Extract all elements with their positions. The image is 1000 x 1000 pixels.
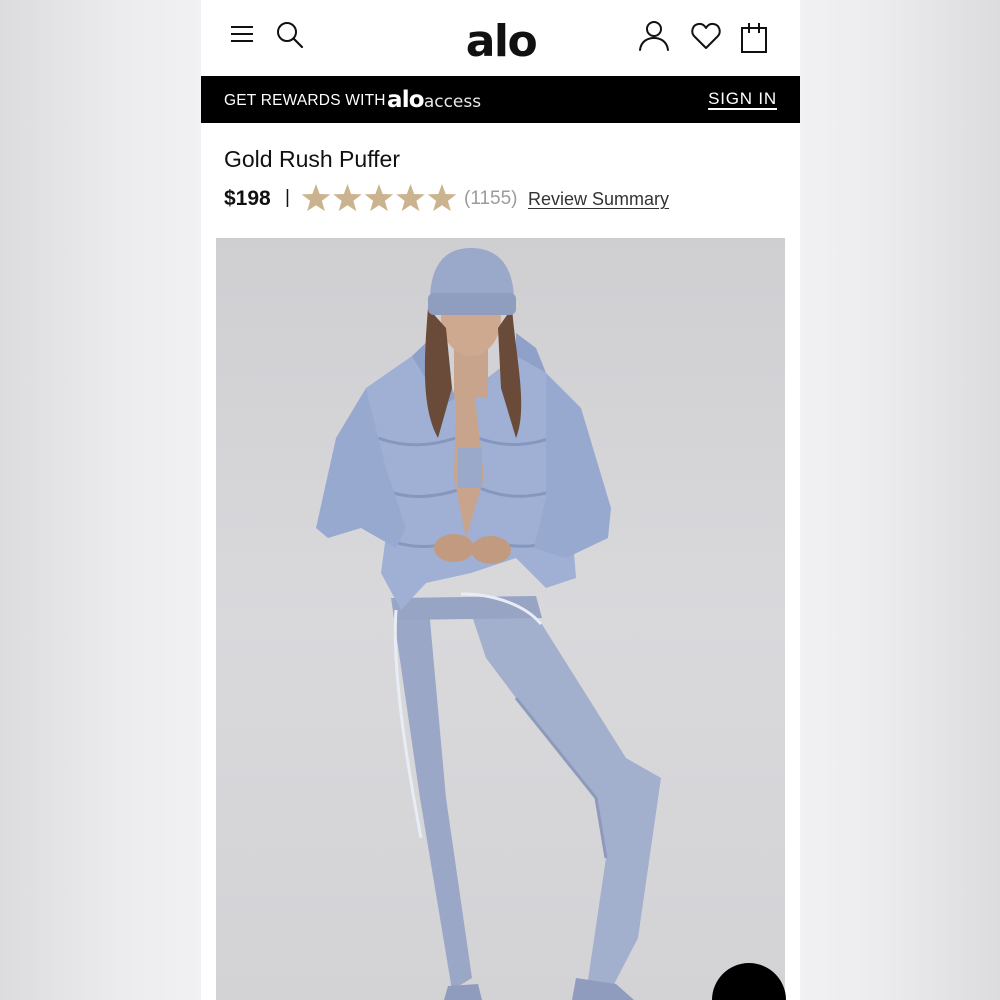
star-icon	[301, 184, 331, 212]
menu-icon[interactable]	[231, 24, 255, 46]
background-left	[0, 0, 201, 1000]
star-icon	[364, 184, 394, 212]
review-summary-link[interactable]: Review Summary	[528, 189, 669, 210]
alo-access-logo-alo: alo	[387, 87, 425, 113]
review-count[interactable]: (1155)	[464, 188, 518, 210]
bag-icon[interactable]	[739, 20, 769, 54]
product-title: Gold Rush Puffer	[224, 146, 401, 172]
alo-access-logo-access: access	[423, 92, 482, 112]
star-icon	[427, 184, 457, 212]
background-right	[800, 0, 1000, 1000]
phone-screen: alo GET REWARDS WITH aloaccess SIGN IN G…	[201, 0, 800, 1000]
search-icon[interactable]	[275, 20, 305, 50]
star-rating[interactable]	[301, 182, 459, 214]
star-icon	[396, 184, 425, 212]
model-photo-illustration	[316, 248, 661, 1000]
price-separator: |	[285, 187, 290, 208]
site-header: alo	[201, 0, 800, 76]
brand-logo[interactable]: alo	[460, 14, 542, 70]
heart-icon[interactable]	[690, 20, 722, 52]
product-image[interactable]	[216, 238, 785, 1000]
product-price: $198	[224, 187, 271, 210]
rewards-banner: GET REWARDS WITH aloaccess SIGN IN	[201, 76, 800, 123]
rewards-text: GET REWARDS WITH	[224, 92, 386, 109]
alo-access-logo: aloaccess	[387, 85, 481, 116]
sign-in-link[interactable]: SIGN IN	[708, 89, 777, 109]
star-icon	[333, 184, 362, 212]
account-icon[interactable]	[637, 20, 671, 52]
